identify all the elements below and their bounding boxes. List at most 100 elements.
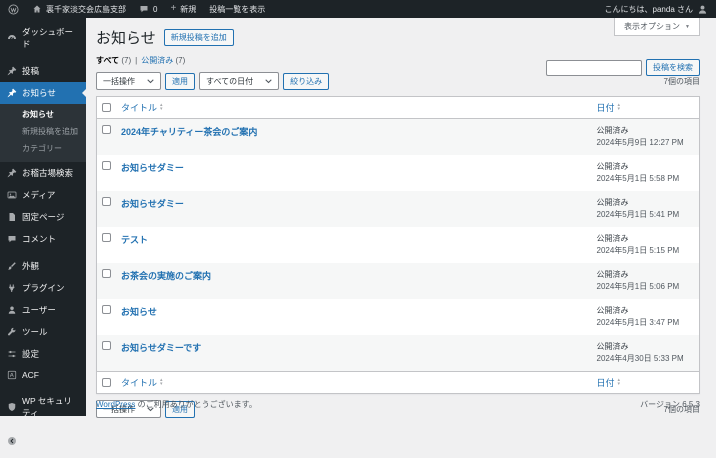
- filter-button[interactable]: 絞り込み: [283, 72, 330, 90]
- greeting-text: こんにちは、panda さん: [604, 4, 693, 14]
- site-name-menu[interactable]: 裏千家淡交会広島支部: [32, 4, 126, 15]
- select-all-checkbox-footer[interactable]: [102, 378, 111, 387]
- post-title-link[interactable]: お知らせダミー: [121, 163, 184, 173]
- sidebar-item-notices[interactable]: お知らせ: [0, 82, 86, 104]
- plugin-icon: [7, 283, 17, 293]
- admin-footer: WordPress のご利用ありがとうございます。 バージョン 6.5.3: [96, 399, 700, 410]
- acf-icon: [7, 370, 17, 380]
- wordpress-logo-menu[interactable]: [8, 3, 19, 15]
- sidebar-item-comments[interactable]: コメント: [0, 228, 86, 250]
- post-title-link[interactable]: お知らせ: [121, 307, 157, 317]
- chevron-down-icon: [147, 78, 154, 84]
- add-new-post-button[interactable]: 新規投稿を追加: [163, 29, 234, 46]
- sort-by-date[interactable]: 日付 ▴ ▾: [597, 101, 621, 114]
- new-content-menu[interactable]: + 新規: [170, 4, 196, 15]
- dashboard-icon: [7, 33, 17, 43]
- post-status: 公開済み: [596, 234, 629, 243]
- sidebar-item-keikoba-search[interactable]: お稽古場検索: [0, 162, 86, 184]
- sort-by-title-footer[interactable]: タイトル ▴ ▾: [121, 376, 163, 389]
- shield-icon: [7, 402, 17, 412]
- sidebar-item-posts[interactable]: 投稿: [0, 60, 86, 82]
- admin-sidebar: ダッシュボード 投稿 お知らせ お知らせ 新規投稿を追加 カテゴリー お稽古場検…: [0, 18, 86, 452]
- sort-by-title[interactable]: タイトル ▴ ▾: [121, 101, 163, 114]
- table-row: お知らせダミー 公開済み 2024年5月1日 5:58 PM: [97, 155, 700, 191]
- date-filter-select[interactable]: すべての日付: [199, 72, 280, 90]
- post-title-link[interactable]: お知らせダミー: [121, 199, 184, 209]
- sidebar-item-plugins[interactable]: プラグイン: [0, 277, 86, 299]
- post-date: 2024年5月1日 5:15 PM: [596, 246, 680, 255]
- sort-icon: ▴ ▾: [617, 101, 621, 112]
- row-checkbox[interactable]: [102, 305, 111, 314]
- post-title-link[interactable]: お茶会の実施のご案内: [121, 271, 211, 281]
- my-account-menu[interactable]: こんにちは、panda さん: [605, 4, 708, 15]
- plus-icon: +: [170, 3, 177, 14]
- filter-all-link[interactable]: すべて (7): [96, 55, 131, 66]
- collapse-icon: [7, 436, 17, 446]
- sort-icon: ▴ ▾: [617, 376, 621, 387]
- post-title-link[interactable]: テスト: [121, 235, 148, 245]
- post-date: 2024年4月30日 5:33 PM: [596, 354, 684, 363]
- sort-by-date-footer[interactable]: 日付 ▴ ▾: [597, 376, 621, 389]
- search-posts-button[interactable]: 投稿を検索: [646, 59, 700, 76]
- row-checkbox[interactable]: [102, 161, 111, 170]
- sidebar-item-appearance[interactable]: 外観: [0, 255, 86, 277]
- collapse-menu-button[interactable]: メニューを閉じる: [0, 424, 86, 458]
- footer-version: バージョン 6.5.3: [640, 400, 700, 409]
- notices-submenu: お知らせ 新規投稿を追加 カテゴリー: [0, 104, 86, 162]
- comments-menu[interactable]: 0: [139, 4, 157, 14]
- post-status: 公開済み: [596, 306, 629, 315]
- sidebar-subitem-notices-list[interactable]: お知らせ: [0, 106, 86, 123]
- table-row: お茶会の実施のご案内 公開済み 2024年5月1日 5:06 PM: [96, 263, 700, 299]
- post-title-link[interactable]: お知らせダミーです: [121, 343, 201, 353]
- row-checkbox[interactable]: [102, 197, 111, 206]
- home-icon: [32, 4, 42, 14]
- post-status: 公開済み: [596, 162, 629, 171]
- row-checkbox[interactable]: [102, 269, 111, 278]
- table-row: お知らせダミーです 公開済み 2024年4月30日 5:33 PM: [96, 335, 700, 372]
- table-row: 2024年チャリティー茶会のご案内 公開済み 2024年5月9日 12:27 PM: [96, 118, 700, 155]
- sidebar-item-wp-security[interactable]: WP セキュリティ: [0, 390, 86, 424]
- users-icon: [7, 305, 17, 315]
- sidebar-item-media[interactable]: メディア: [0, 184, 86, 206]
- select-all-checkbox[interactable]: [102, 103, 111, 112]
- sidebar-item-pages[interactable]: 固定ページ: [0, 206, 86, 228]
- main-content: 表示オプション ▼ お知らせ 新規投稿を追加 投稿を検索 すべて (7) | 公…: [86, 18, 716, 418]
- sidebar-item-acf[interactable]: ACF: [0, 365, 86, 385]
- sidebar-item-dashboard[interactable]: ダッシュボード: [0, 21, 86, 55]
- post-date: 2024年5月1日 5:06 PM: [596, 282, 680, 291]
- view-posts-link[interactable]: 投稿一覧を表示: [209, 4, 265, 15]
- settings-icon: [7, 349, 17, 359]
- post-date: 2024年5月1日 3:47 PM: [596, 318, 680, 327]
- chevron-down-icon: ▼: [685, 23, 690, 30]
- post-date: 2024年5月9日 12:27 PM: [596, 138, 684, 147]
- screen-options-tab[interactable]: 表示オプション ▼: [614, 18, 700, 36]
- bulk-action-select[interactable]: 一括操作: [96, 72, 161, 90]
- site-name: 裏千家淡交会広島支部: [46, 4, 126, 14]
- row-checkbox[interactable]: [102, 233, 111, 242]
- sidebar-subitem-add-new[interactable]: 新規投稿を追加: [0, 123, 86, 140]
- post-status: 公開済み: [596, 198, 629, 207]
- post-title-link[interactable]: 2024年チャリティー茶会のご案内: [121, 127, 257, 137]
- post-date: 2024年5月1日 5:41 PM: [596, 210, 680, 219]
- new-label: 新規: [180, 4, 197, 14]
- table-row: お知らせ 公開済み 2024年5月1日 3:47 PM: [97, 299, 700, 335]
- media-icon: [7, 190, 17, 200]
- sidebar-item-settings[interactable]: 設定: [0, 343, 86, 365]
- page-title: お知らせ: [96, 30, 156, 47]
- row-checkbox[interactable]: [102, 341, 111, 350]
- filter-published-link[interactable]: 公開済み (7): [141, 55, 185, 66]
- appearance-brush-icon: [7, 261, 17, 271]
- row-checkbox[interactable]: [102, 125, 111, 134]
- sidebar-subitem-categories[interactable]: カテゴリー: [0, 140, 86, 157]
- sidebar-item-tools[interactable]: ツール: [0, 321, 86, 343]
- posts-list-table: タイトル ▴ ▾ 日付 ▴ ▾ 2024年チャリティー茶会のご案内 公開済み 2024…: [96, 96, 700, 394]
- sidebar-item-users[interactable]: ユーザー: [0, 299, 86, 321]
- post-status: 公開済み: [596, 270, 629, 279]
- apply-button[interactable]: 適用: [165, 72, 195, 90]
- comments-icon: [7, 234, 17, 244]
- pages-icon: [7, 212, 17, 222]
- chevron-down-icon: [265, 78, 272, 84]
- search-input[interactable]: [546, 59, 642, 76]
- wordpress-footer-link[interactable]: WordPress: [96, 400, 135, 409]
- filter-divider: |: [135, 56, 138, 65]
